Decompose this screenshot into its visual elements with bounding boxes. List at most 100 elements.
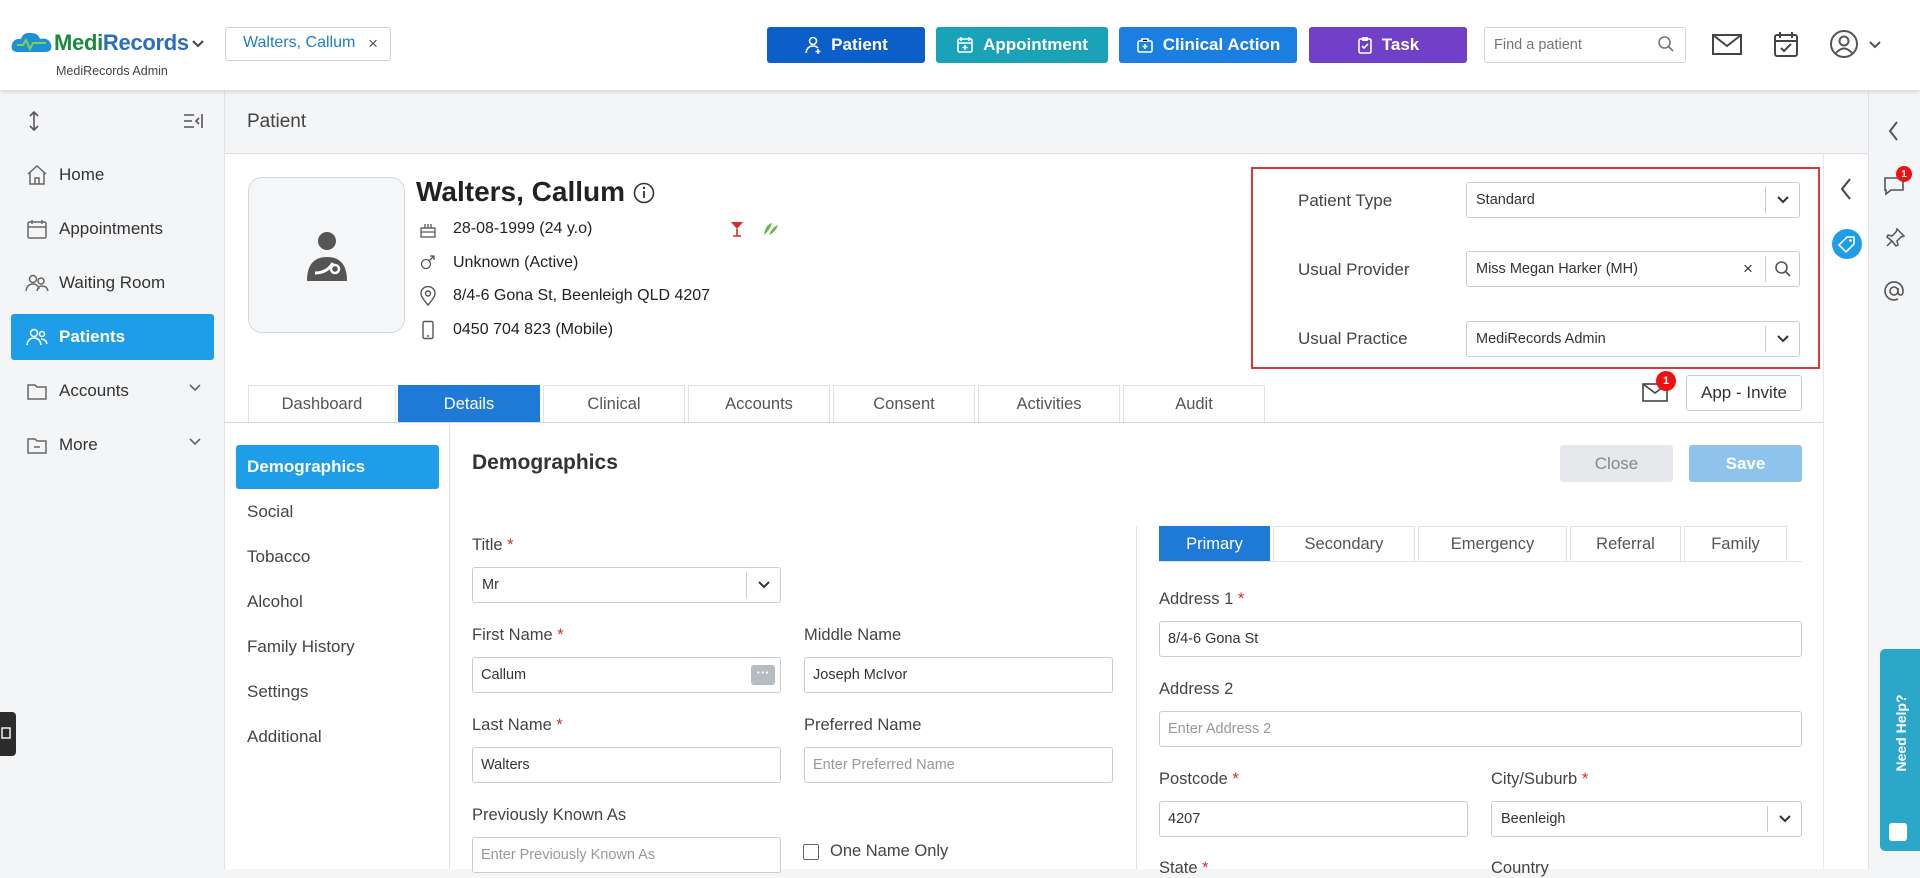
chevron-down-icon xyxy=(189,438,201,446)
sidebar-item-label: Accounts xyxy=(59,381,129,400)
subnav-demographics[interactable]: Demographics xyxy=(236,445,439,489)
tab-primary[interactable]: Primary xyxy=(1159,526,1270,562)
sidebar-item-patients[interactable]: Patients xyxy=(11,314,214,360)
tab-activities[interactable]: Activities xyxy=(978,385,1120,422)
sidebar: Home Appointments Waiting Room Patients … xyxy=(0,90,225,869)
subnav-family-history[interactable]: Family History xyxy=(236,625,439,669)
contact-tab-divider xyxy=(1159,561,1802,562)
usual-practice-select[interactable]: MediRecords Admin xyxy=(1466,321,1800,357)
tab-family[interactable]: Family xyxy=(1684,526,1787,562)
search-icon[interactable] xyxy=(1765,256,1799,282)
usual-provider-select[interactable]: Miss Megan Harker (MH) × xyxy=(1466,251,1800,287)
chevron-down-icon[interactable] xyxy=(1765,326,1799,352)
new-patient-button[interactable]: Patient xyxy=(767,27,925,63)
info-icon[interactable] xyxy=(633,182,655,204)
subnav-social[interactable]: Social xyxy=(236,490,439,534)
tab-secondary[interactable]: Secondary xyxy=(1273,526,1415,562)
app-invite-button[interactable]: App - Invite xyxy=(1686,375,1802,411)
folder-icon xyxy=(27,438,47,454)
more-options-icon[interactable]: ··· xyxy=(751,665,775,685)
subnav-divider xyxy=(449,423,450,869)
mail-icon[interactable] xyxy=(1711,32,1743,56)
expand-vertical-icon[interactable] xyxy=(24,110,44,132)
people-icon xyxy=(25,274,49,292)
need-help-button[interactable]: Need Help? xyxy=(1880,649,1920,851)
preferred-name-label: Preferred Name xyxy=(804,716,922,734)
close-button[interactable]: Close xyxy=(1560,445,1673,482)
cake-icon xyxy=(420,224,436,238)
subnav-settings[interactable]: Settings xyxy=(236,670,439,714)
chevron-down-icon[interactable] xyxy=(191,39,205,49)
chevron-down-icon[interactable] xyxy=(1868,40,1882,50)
middle-name-input[interactable]: Joseph McIvor xyxy=(804,657,1113,693)
subnav-alcohol[interactable]: Alcohol xyxy=(236,580,439,624)
subnav-additional[interactable]: Additional xyxy=(236,715,439,759)
need-help-label: Need Help? xyxy=(1893,694,1909,772)
collapse-sidebar-icon[interactable] xyxy=(182,112,204,130)
patient-search-input[interactable] xyxy=(1484,27,1686,63)
patient-phone: 0450 704 823 (Mobile) xyxy=(418,320,613,340)
sidebar-item-waiting-room[interactable]: Waiting Room xyxy=(11,260,214,306)
patient-type-label: Patient Type xyxy=(1298,191,1393,210)
chevron-down-icon[interactable] xyxy=(1767,806,1801,832)
pin-icon[interactable] xyxy=(1884,227,1906,249)
sidebar-item-more[interactable]: More xyxy=(11,422,214,468)
patient-type-select[interactable]: Standard xyxy=(1466,182,1800,218)
sidebar-item-appointments[interactable]: Appointments xyxy=(11,206,214,252)
tab-audit[interactable]: Audit xyxy=(1123,385,1265,422)
gender-icon xyxy=(420,255,435,270)
open-patient-tab[interactable]: Walters, Callum × xyxy=(225,27,391,61)
cloud-logo-icon[interactable] xyxy=(10,30,54,56)
chevron-left-icon[interactable] xyxy=(1839,177,1853,201)
tab-dashboard[interactable]: Dashboard xyxy=(248,385,396,422)
tab-emergency[interactable]: Emergency xyxy=(1418,526,1567,562)
chevron-left-icon[interactable] xyxy=(1887,120,1899,142)
one-name-only-checkbox[interactable] xyxy=(803,844,819,860)
location-pin-icon xyxy=(420,286,436,306)
save-button[interactable]: Save xyxy=(1689,445,1802,482)
preferred-name-input[interactable]: Enter Preferred Name xyxy=(804,747,1113,783)
usual-practice-label: Usual Practice xyxy=(1298,329,1408,348)
postcode-input[interactable]: 4207 xyxy=(1159,801,1468,837)
clear-icon[interactable]: × xyxy=(1743,252,1753,286)
sidebar-item-accounts[interactable]: Accounts xyxy=(11,368,214,414)
tab-details[interactable]: Details xyxy=(398,385,540,422)
usual-provider-label: Usual Provider xyxy=(1298,260,1410,279)
title-select[interactable]: Mr xyxy=(472,567,781,603)
sidebar-item-home[interactable]: Home xyxy=(11,152,214,198)
first-name-label: First Name * xyxy=(472,626,564,644)
sidebar-item-label: Waiting Room xyxy=(59,273,166,292)
chevron-down-icon[interactable] xyxy=(746,572,780,598)
tab-clinical[interactable]: Clinical xyxy=(543,385,685,422)
first-name-input[interactable]: Callum xyxy=(472,657,781,693)
alcohol-icon[interactable] xyxy=(729,220,745,238)
address-2-input[interactable]: Enter Address 2 xyxy=(1159,711,1802,747)
last-name-input[interactable]: Walters xyxy=(472,747,781,783)
patient-avatar[interactable] xyxy=(248,177,405,333)
tab-referral[interactable]: Referral xyxy=(1570,526,1681,562)
patient-gender: Unknown (Active) xyxy=(418,253,578,273)
calendar-plus-icon xyxy=(957,37,973,53)
tab-consent[interactable]: Consent xyxy=(833,385,975,422)
user-account-icon[interactable] xyxy=(1829,29,1859,59)
address-2-label: Address 2 xyxy=(1159,680,1234,698)
floating-tool-handle[interactable] xyxy=(0,712,16,756)
search-icon[interactable] xyxy=(1657,35,1675,53)
address-1-input[interactable]: 8/4-6 Gona St xyxy=(1159,621,1802,657)
clinical-action-button[interactable]: Clinical Action xyxy=(1119,27,1297,63)
calendar-check-icon[interactable] xyxy=(1772,30,1800,58)
close-icon[interactable]: × xyxy=(368,34,378,54)
chevron-down-icon[interactable] xyxy=(1765,187,1799,213)
subnav-tobacco[interactable]: Tobacco xyxy=(236,535,439,579)
app-name[interactable]: MediRecords xyxy=(54,30,189,56)
new-appointment-button[interactable]: Appointment xyxy=(936,27,1108,63)
at-sign-icon[interactable] xyxy=(1883,280,1905,302)
tab-accounts[interactable]: Accounts xyxy=(688,385,830,422)
leaf-icon[interactable] xyxy=(762,221,780,237)
patient-address: 8/4-6 Gona St, Beenleigh QLD 4207 xyxy=(418,286,710,306)
new-task-button[interactable]: Task xyxy=(1309,27,1467,63)
tag-icon[interactable] xyxy=(1832,229,1862,259)
city-suburb-select[interactable]: Beenleigh xyxy=(1491,801,1802,837)
previously-known-as-input[interactable]: Enter Previously Known As xyxy=(472,837,781,873)
tab-divider xyxy=(225,422,1823,423)
